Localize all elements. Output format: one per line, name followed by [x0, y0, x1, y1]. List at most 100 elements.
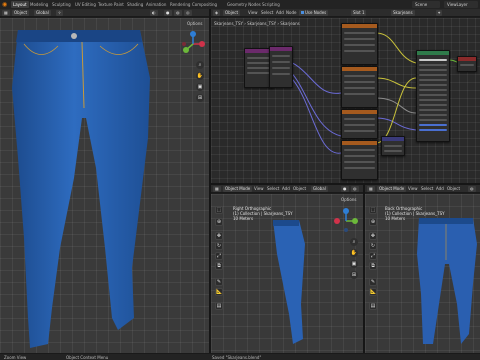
image-texture-node-3[interactable]: [341, 109, 378, 139]
node-editor[interactable]: Skarjeans_TSY › Skarjeans_TSY › Skarjean…: [211, 18, 480, 183]
hand-icon[interactable]: ✋: [350, 249, 358, 257]
editor-type-button[interactable]: ◈: [213, 10, 221, 16]
view-layer-selector[interactable]: ViewLayer: [444, 1, 478, 8]
scene-selector[interactable]: Scene: [412, 1, 440, 8]
node-editor-header: ◈ Object View Select Add Node Use Nodes …: [211, 9, 480, 17]
right-viewport-header: ▦ Object Mode View Select Add Object ◍: [365, 185, 480, 193]
use-nodes-toggle[interactable]: Use Nodes: [299, 10, 329, 16]
grid-icon[interactable]: ⊞: [196, 94, 204, 102]
jeans-back-model[interactable]: [365, 194, 480, 353]
editor-type-button[interactable]: ▦: [213, 186, 221, 192]
scale-icon[interactable]: ⤢: [215, 252, 223, 260]
menu-select[interactable]: Select: [421, 186, 433, 192]
mode-dropdown[interactable]: Object Mode: [377, 186, 407, 192]
left-viewport-header: ▦ Object Global ⊹ ◐ ● ◍ ◎: [0, 9, 209, 17]
tab-shading[interactable]: Shading: [127, 1, 143, 8]
texture-coordinate-node[interactable]: [269, 46, 293, 88]
tab-sculpting[interactable]: Sculpting: [52, 1, 71, 8]
measure-icon[interactable]: 📐: [369, 288, 377, 296]
zoom-icon[interactable]: ⌕: [196, 61, 204, 69]
transform-icon[interactable]: ⧉: [369, 262, 377, 270]
image-texture-node-2[interactable]: [341, 66, 378, 108]
jeans-back-shape: [417, 218, 477, 344]
measure-icon[interactable]: 📐: [215, 288, 223, 296]
grid-icon[interactable]: ⊞: [350, 271, 358, 279]
move-icon[interactable]: ✥: [215, 232, 223, 240]
annotate-icon[interactable]: ✎: [369, 278, 377, 286]
top-bar: ◉ Layout Modeling Sculpting UV Editing T…: [0, 0, 480, 9]
material-selector[interactable]: Skarjeans: [391, 10, 415, 16]
node-mode-dropdown[interactable]: Object: [223, 10, 241, 16]
menu-select[interactable]: Select: [261, 10, 273, 16]
menu-view[interactable]: View: [248, 10, 258, 16]
jeans-waistband: [16, 30, 142, 42]
editor-type-button[interactable]: ▦: [2, 10, 10, 16]
shading-solid-button[interactable]: ●: [164, 10, 172, 16]
menu-view[interactable]: View: [254, 186, 264, 192]
menu-view[interactable]: View: [408, 186, 418, 192]
mode-dropdown[interactable]: Object: [12, 10, 30, 16]
pin-icon[interactable]: ⌖: [436, 10, 443, 16]
tab-uv-editing[interactable]: UV Editing: [75, 1, 96, 8]
zoom-icon[interactable]: ⌕: [350, 238, 358, 246]
navigation-gizmo[interactable]: [333, 208, 359, 234]
shading-material-button[interactable]: ◍: [174, 10, 182, 16]
mid-viewport[interactable]: Options Right Orthographic (1) Collectio…: [211, 194, 363, 353]
rotate-icon[interactable]: ↻: [215, 242, 223, 250]
menu-object[interactable]: Object: [293, 186, 306, 192]
tab-compositing[interactable]: Compositing: [192, 1, 217, 8]
tab-animation[interactable]: Animation: [146, 1, 166, 8]
tab-scripting[interactable]: Scripting: [262, 1, 280, 8]
camera-icon[interactable]: ▣: [196, 83, 204, 91]
normal-map-node[interactable]: [381, 136, 405, 156]
material-output-node[interactable]: [457, 56, 477, 72]
scene-label: Scene: [415, 2, 428, 7]
overlay-button[interactable]: ◐: [150, 10, 158, 16]
mode-dropdown[interactable]: Object Mode: [223, 186, 253, 192]
hand-icon[interactable]: ✋: [196, 72, 204, 80]
add-cube-icon[interactable]: ▤: [215, 302, 223, 310]
menu-object[interactable]: Object: [447, 186, 460, 192]
left-viewport[interactable]: Options ⌕ ✋ ▣ ⊞: [0, 18, 209, 353]
jeans-front-shape: [12, 30, 150, 348]
blender-logo-icon[interactable]: ◉: [2, 1, 9, 8]
add-cube-icon[interactable]: ▤: [369, 302, 377, 310]
menu-add[interactable]: Add: [276, 10, 284, 16]
tab-layout[interactable]: Layout: [11, 1, 29, 8]
menu-add[interactable]: Add: [282, 186, 290, 192]
tab-rendering[interactable]: Rendering: [170, 1, 190, 8]
snap-button[interactable]: ⊹: [56, 10, 64, 16]
rotate-icon[interactable]: ↻: [369, 242, 377, 250]
tab-geometry-nodes[interactable]: Geometry Nodes: [227, 1, 261, 8]
navigation-gizmo[interactable]: [180, 31, 206, 57]
annotate-icon[interactable]: ✎: [215, 278, 223, 286]
cursor-icon[interactable]: ⊕: [369, 218, 377, 226]
right-viewport[interactable]: Back Orthographic (1) Collection | Skarj…: [365, 194, 480, 353]
menu-add[interactable]: Add: [436, 186, 444, 192]
camera-icon[interactable]: ▣: [350, 260, 358, 268]
shading-rendered-button[interactable]: ◎: [184, 10, 192, 16]
slot-dropdown[interactable]: Slot 1: [351, 10, 367, 16]
shading-material-button[interactable]: ◍: [468, 186, 476, 192]
menu-node[interactable]: Node: [286, 10, 296, 16]
transform-orientation-dropdown[interactable]: Global: [311, 186, 328, 192]
use-nodes-label: Use Nodes: [305, 10, 327, 15]
select-box-icon[interactable]: ⬚: [369, 206, 377, 214]
jeans-front-model[interactable]: [0, 18, 209, 353]
tab-modeling[interactable]: Modeling: [30, 1, 48, 8]
shading-solid-button[interactable]: ●: [341, 186, 349, 192]
shading-material-button[interactable]: ◍: [351, 186, 359, 192]
transform-icon[interactable]: ⧉: [215, 262, 223, 270]
principled-bsdf-node[interactable]: [416, 50, 450, 142]
jeans-side-shape: [273, 220, 305, 344]
move-icon[interactable]: ✥: [369, 232, 377, 240]
image-texture-node-1[interactable]: [341, 23, 378, 65]
tab-texture-paint[interactable]: Texture Paint: [98, 1, 124, 8]
menu-select[interactable]: Select: [267, 186, 279, 192]
scale-icon[interactable]: ⤢: [369, 252, 377, 260]
transform-orientation-dropdown[interactable]: Global: [34, 10, 51, 16]
select-box-icon[interactable]: ⬚: [215, 206, 223, 214]
cursor-icon[interactable]: ⊕: [215, 218, 223, 226]
editor-type-button[interactable]: ▦: [367, 186, 375, 192]
image-texture-node-4[interactable]: [341, 140, 378, 180]
